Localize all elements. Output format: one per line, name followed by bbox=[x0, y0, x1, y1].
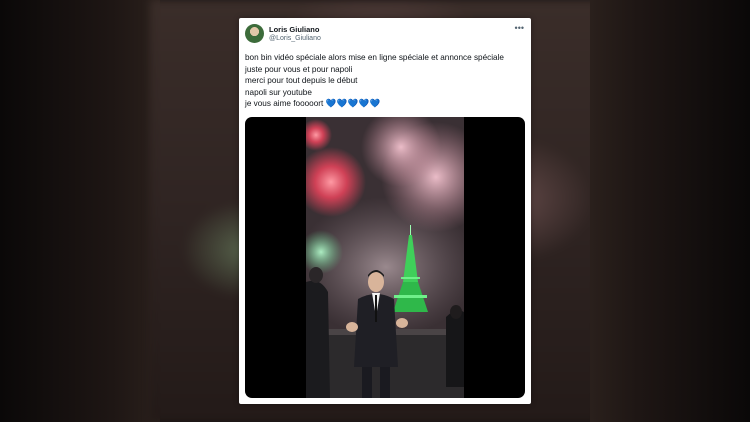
person-right-silhouette bbox=[446, 305, 464, 387]
tweet-line: juste pour vous et pour napoli bbox=[245, 64, 353, 74]
background-right-dark bbox=[590, 0, 750, 422]
tweet-line: je vous aime fooooort bbox=[245, 99, 324, 109]
tweet-text: bon bin vidéo spéciale alors mise en lig… bbox=[245, 52, 527, 110]
tweet-line-last: je vous aime fooooort 💙💙💙💙💙 bbox=[245, 98, 527, 110]
blue-heart-emojis: 💙💙💙💙💙 bbox=[325, 98, 381, 109]
video-frame bbox=[306, 117, 464, 398]
more-horizontal-icon[interactable]: ••• bbox=[515, 23, 524, 33]
tweet-line: bon bin vidéo spéciale alors mise en lig… bbox=[245, 53, 504, 62]
tweet-line: napoli sur youtube bbox=[245, 87, 312, 97]
author-name[interactable]: Loris Giuliano bbox=[269, 25, 319, 34]
video-scene bbox=[306, 117, 464, 398]
avatar[interactable] bbox=[245, 24, 264, 43]
tweet-card: Loris Giuliano @Loris_Giuliano ••• bon b… bbox=[239, 18, 531, 404]
author-handle[interactable]: @Loris_Giuliano bbox=[269, 35, 321, 42]
tweet-line: merci pour tout depuis le début bbox=[245, 76, 358, 86]
background-left-dark bbox=[0, 0, 160, 422]
tweet-video[interactable] bbox=[245, 117, 525, 398]
